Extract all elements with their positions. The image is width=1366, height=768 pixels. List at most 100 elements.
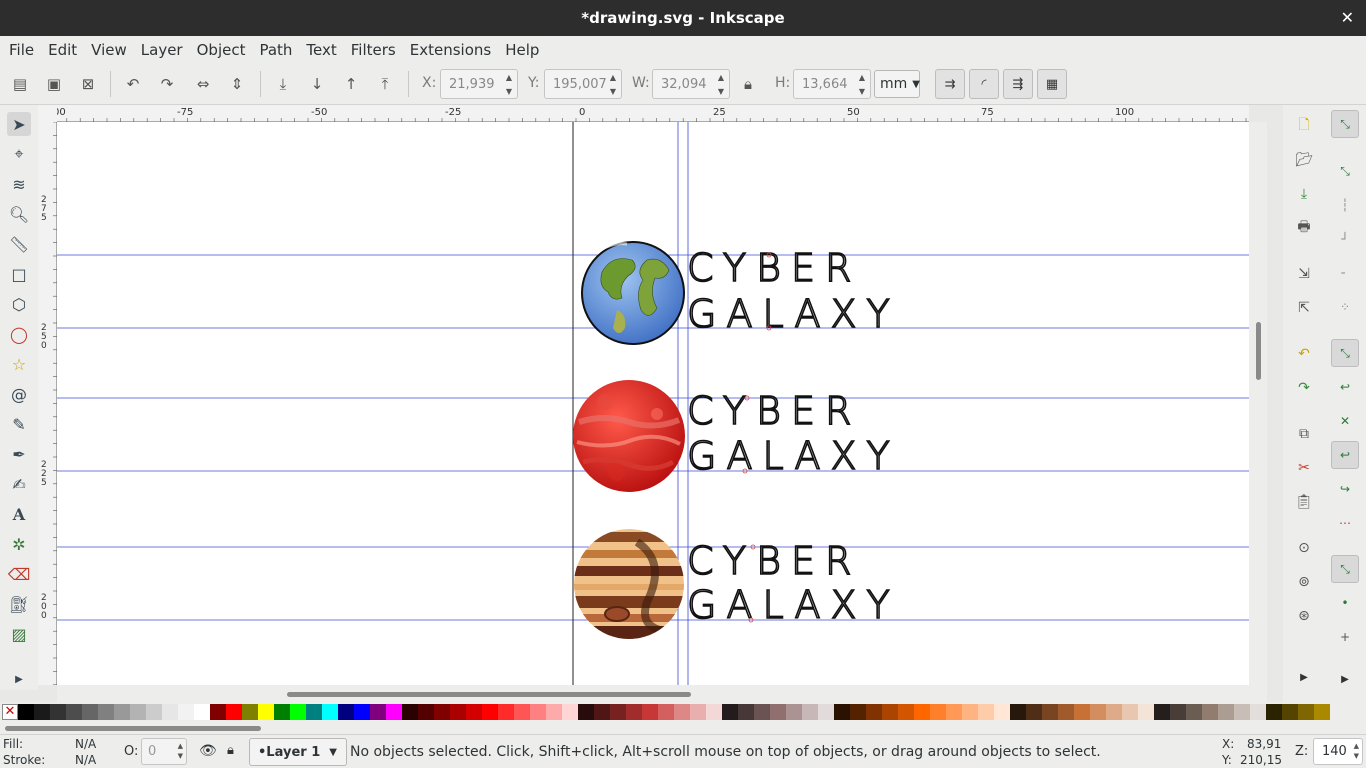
lock-icon[interactable]: 🔒︎ [737,73,759,95]
zoom-drawing-icon[interactable]: ⊚ [1292,570,1316,594]
menu-file[interactable]: File [2,41,41,59]
menu-help[interactable]: Help [498,41,546,59]
new-document-icon[interactable]: 🗋 [1292,114,1316,138]
color-swatch[interactable] [1010,704,1026,720]
color-swatch[interactable] [114,704,130,720]
layer-lock-icon[interactable]: 🔒︎ [227,743,234,758]
layer-select[interactable]: •Layer 1 ▼ [249,738,347,766]
star-tool-icon[interactable]: ☆ [7,352,31,376]
zoom-field[interactable]: 140 ▲ ▼ [1313,738,1363,765]
node-tool-icon[interactable]: ⌖ [7,142,31,166]
tweak-tool-icon[interactable]: ≋ [7,172,31,196]
color-swatch[interactable] [754,704,770,720]
snap-bbox-center-icon[interactable]: ⁘ [1331,293,1359,321]
color-swatch[interactable] [1106,704,1122,720]
color-swatch[interactable] [658,704,674,720]
scale-corners-icon[interactable]: ◜ [969,69,999,99]
color-swatch[interactable] [834,704,850,720]
color-swatch[interactable] [18,704,34,720]
lower-to-bottom-icon[interactable]: ⤓ [272,73,294,95]
no-paint-swatch[interactable]: ✕ [2,704,18,720]
vertical-scroll-thumb[interactable] [1256,322,1261,380]
color-swatch[interactable] [1250,704,1266,720]
x-field[interactable]: 21,939 ▲ ▼ [440,69,518,99]
color-swatch[interactable] [242,704,258,720]
snap-others-icon[interactable]: ⤡ [1331,555,1359,583]
redo-icon[interactable]: ↷ [1292,376,1316,400]
color-swatch[interactable] [178,704,194,720]
snap-bbox-midpoint-icon[interactable]: ╴ [1331,259,1359,287]
color-swatch[interactable] [1298,704,1314,720]
color-swatch[interactable] [706,704,722,720]
color-swatch[interactable] [930,704,946,720]
undo-icon[interactable]: ↶ [1292,342,1316,366]
snap-line-midpoint-icon[interactable]: ⋯ [1331,509,1359,537]
menu-text[interactable]: Text [299,41,343,59]
menu-edit[interactable]: Edit [41,41,84,59]
spiral-tool-icon[interactable]: @ [7,382,31,406]
snap-smooth-icon[interactable]: ↪ [1331,475,1359,503]
color-swatch[interactable] [882,704,898,720]
color-swatch[interactable] [1058,704,1074,720]
scale-stroke-icon[interactable]: ⇉ [935,69,965,99]
cut-icon[interactable]: ✂ [1292,456,1316,480]
export-icon[interactable]: ⇱ [1292,296,1316,320]
color-swatch[interactable] [1154,704,1170,720]
opacity-field[interactable]: 0 ▲ ▼ [141,738,187,765]
color-swatch[interactable] [1266,704,1282,720]
w-field[interactable]: 32,094 ▲ ▼ [652,69,730,99]
color-swatch[interactable] [1202,704,1218,720]
text-tool-icon[interactable]: A [7,502,31,526]
y-field[interactable]: 195,007 ▲ ▼ [544,69,622,99]
w-stepper[interactable]: ▲ ▼ [713,70,729,98]
color-swatch[interactable] [866,704,882,720]
mars-planet[interactable] [573,380,685,492]
color-swatch[interactable] [1074,704,1090,720]
earth-planet[interactable] [581,241,685,345]
menu-view[interactable]: View [84,41,134,59]
color-swatch[interactable] [690,704,706,720]
color-swatch[interactable] [402,704,418,720]
select-all-layers-icon[interactable]: ▣ [43,73,65,95]
h-stepper[interactable]: ▲ ▼ [854,70,870,98]
pen-tool-icon[interactable]: ✒ [7,442,31,466]
color-swatch[interactable] [594,704,610,720]
eraser-tool-icon[interactable]: ⌫ [7,562,31,586]
logo-text-2[interactable]: CYBER GALAXY [686,388,900,479]
color-swatch[interactable] [626,704,642,720]
flip-horizontal-icon[interactable]: ⇔ [192,73,214,95]
move-gradients-icon[interactable]: ⇶ [1003,69,1033,99]
h-field[interactable]: 13,664 ▲ ▼ [793,69,871,99]
horizontal-scroll-thumb[interactable] [287,692,691,697]
open-icon[interactable]: 📂︎ [1292,148,1316,172]
zoom-selection-icon[interactable]: ⊙ [1292,536,1316,560]
paint-bucket-tool-icon[interactable]: ⛽︎ [7,592,31,616]
menu-extensions[interactable]: Extensions [403,41,498,59]
snap-bbox-edge-icon[interactable]: ┆ [1331,191,1359,219]
color-swatch[interactable] [722,704,738,720]
color-swatch[interactable] [306,704,322,720]
color-swatch[interactable] [978,704,994,720]
menu-object[interactable]: Object [190,41,253,59]
color-swatch[interactable] [194,704,210,720]
color-swatch[interactable] [578,704,594,720]
color-swatch[interactable] [802,704,818,720]
zoom-stepper[interactable]: ▲ ▼ [1354,741,1359,761]
color-swatch[interactable] [898,704,914,720]
color-swatch[interactable] [498,704,514,720]
color-swatch[interactable] [530,704,546,720]
menu-path[interactable]: Path [252,41,299,59]
y-stepper[interactable]: ▲ ▼ [605,70,621,98]
flip-vertical-icon[interactable]: ⇕ [226,73,248,95]
lower-icon[interactable]: ↓ [306,73,328,95]
menu-layer[interactable]: Layer [134,41,190,59]
snap-intersection-icon[interactable]: ✕ [1331,407,1359,435]
ellipse-tool-icon[interactable]: ◯ [7,322,31,346]
pencil-tool-icon[interactable]: ✎ [7,412,31,436]
color-swatch[interactable] [338,704,354,720]
palette-scroll-thumb[interactable] [5,726,261,731]
color-swatch[interactable] [946,704,962,720]
color-swatch[interactable] [1314,704,1330,720]
measure-tool-icon[interactable]: 📏︎ [7,232,31,256]
snap-bbox-corner-icon[interactable]: ┘ [1331,225,1359,253]
